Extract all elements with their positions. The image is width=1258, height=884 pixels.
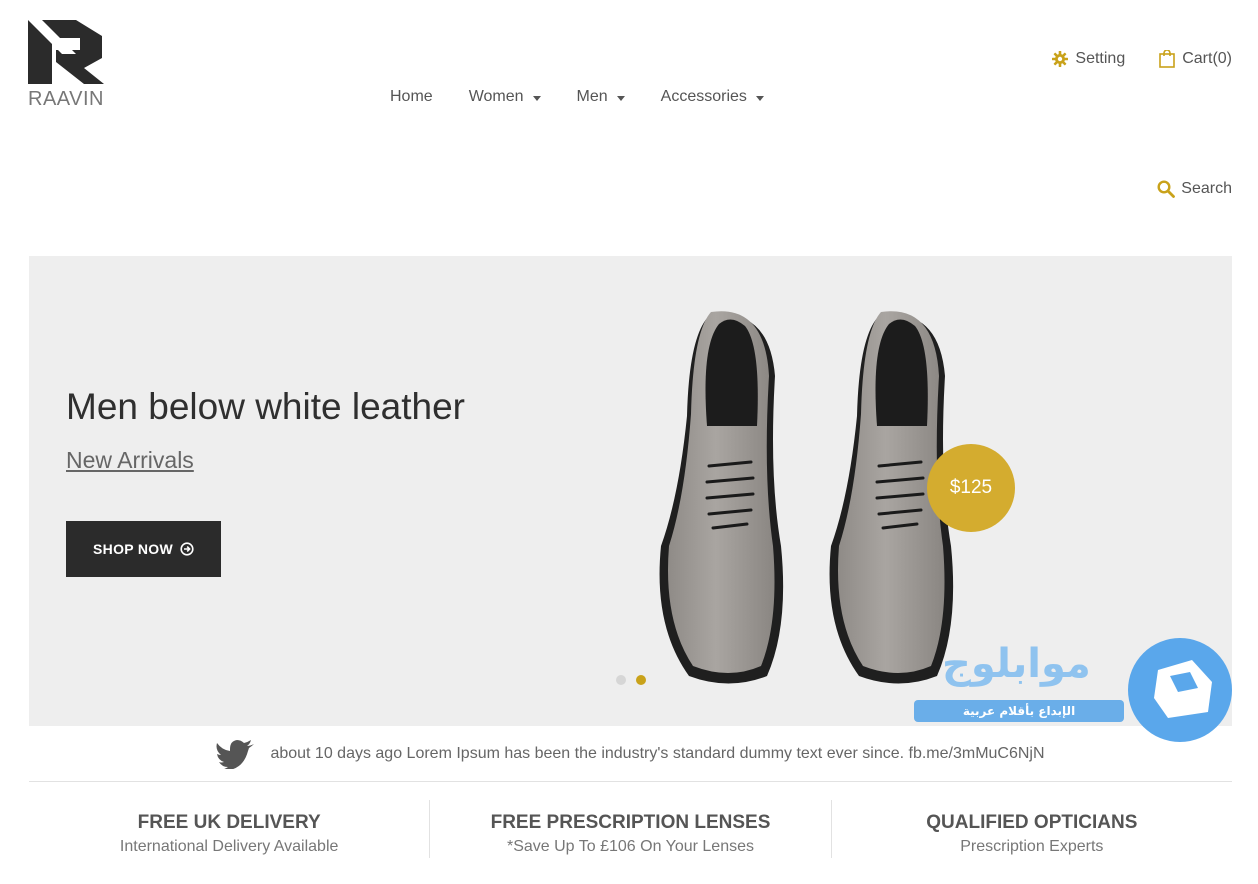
new-arrivals-link[interactable]: New Arrivals: [66, 447, 194, 474]
top-right-links: Setting Cart(0): [1018, 50, 1232, 68]
nav-item-label: Men: [576, 88, 608, 105]
feature-opticians: QUALIFIED OPTICIANS Prescription Experts: [830, 800, 1232, 858]
features-row: FREE UK DELIVERY International Delivery …: [29, 800, 1232, 858]
shopping-bag-icon: [1159, 50, 1176, 68]
feature-subtitle: International Delivery Available: [119, 838, 339, 855]
slider-dots: [616, 675, 656, 685]
shop-now-label: SHOP NOW: [93, 541, 173, 557]
hero-title: Men below white leather: [66, 386, 465, 427]
setting-label: Setting: [1075, 50, 1126, 67]
brand-name: RAAVIN: [28, 88, 104, 110]
setting-link[interactable]: Setting: [1052, 50, 1125, 68]
price-badge: $125: [927, 444, 1015, 532]
search-icon: [1157, 180, 1176, 198]
watermark-tagline: الإبداع بأقلام عربية: [914, 700, 1124, 722]
search-link[interactable]: Search: [1157, 180, 1232, 198]
brand-logo[interactable]: RAAVIN: [28, 20, 118, 111]
nav-item-women[interactable]: Women: [469, 88, 541, 106]
nav-item-men[interactable]: Men: [577, 88, 625, 106]
left-shoe: [659, 311, 784, 684]
cart-link[interactable]: Cart(0): [1159, 50, 1232, 68]
twitter-bird-icon: [216, 740, 255, 769]
cart-label: Cart(0): [1182, 50, 1232, 67]
nav-item-label: Women: [468, 88, 524, 105]
search-label: Search: [1181, 180, 1232, 197]
feature-subtitle: Prescription Experts: [960, 838, 1104, 855]
tweet-text: about 10 days ago Lorem Ipsum has been t…: [270, 745, 1045, 762]
gear-icon: [1052, 51, 1069, 67]
feature-title: QUALIFIED OPTICIANS: [926, 812, 1138, 833]
shop-now-button[interactable]: SHOP NOW: [66, 521, 221, 577]
caret-down-icon: [616, 95, 625, 101]
caret-down-icon: [532, 95, 541, 101]
nav-item-label: Home: [390, 88, 433, 105]
watermark-title: موابلوج: [942, 641, 1091, 687]
nav-item-label: Accessories: [660, 88, 747, 105]
circle-arrow-right-icon: [180, 542, 194, 556]
feature-subtitle: *Save Up To £106 On Your Lenses: [506, 838, 754, 855]
nav-item-accessories[interactable]: Accessories: [661, 88, 764, 106]
feature-title: FREE UK DELIVERY: [137, 812, 321, 833]
raavin-logo-mark-icon: [28, 20, 104, 84]
slider-dot-1[interactable]: [616, 675, 626, 685]
feature-lenses: FREE PRESCRIPTION LENSES *Save Up To £10…: [429, 800, 830, 858]
slider-dot-2[interactable]: [636, 675, 646, 685]
main-nav: Home Women Men Accessories: [390, 88, 800, 106]
feature-title: FREE PRESCRIPTION LENSES: [490, 812, 771, 833]
feature-delivery: FREE UK DELIVERY International Delivery …: [29, 800, 429, 858]
twitter-ticker: about 10 days ago Lorem Ipsum has been t…: [29, 727, 1232, 782]
caret-down-icon: [755, 95, 764, 101]
nav-item-home[interactable]: Home: [390, 88, 433, 106]
